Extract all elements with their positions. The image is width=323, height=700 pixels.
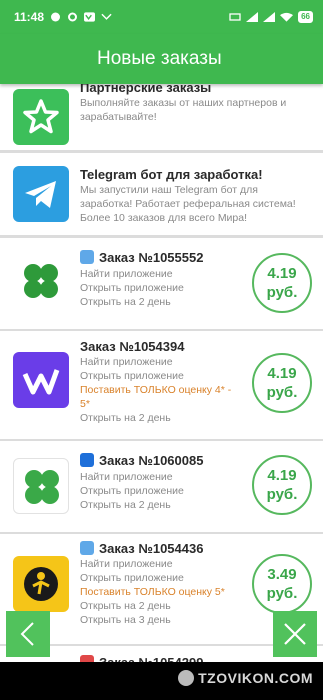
close-icon (284, 623, 306, 645)
order-title: Заказ №1060085 (99, 453, 204, 468)
telegram-line-3: Более 10 заказов для всего Мира! (80, 212, 248, 224)
chevron-left-icon (20, 622, 34, 646)
app-fitness-icon (13, 556, 69, 612)
back-button[interactable] (6, 611, 50, 657)
app-clover-icon (13, 458, 69, 514)
price-value: 4.19 (267, 365, 297, 382)
status-bar: 11:48 66 (0, 0, 323, 34)
order-title: Заказ №1054436 (99, 541, 204, 556)
partner-line-2: зарабатывайте! (80, 111, 157, 123)
price-badge[interactable]: 4.19 руб. (252, 455, 312, 515)
telegram-title: Telegram бот для заработка! (80, 167, 263, 182)
price-badge[interactable]: 4.19 руб. (252, 253, 312, 313)
chat-icon (51, 12, 61, 22)
status-time: 11:48 (14, 10, 45, 24)
price-value: 4.19 (267, 265, 297, 282)
app-store-badge-icon (80, 453, 94, 467)
price-unit: руб. (266, 384, 298, 401)
telegram-line-1: Мы запустили наш Telegram бот для (80, 184, 258, 196)
price-badge[interactable]: 3.49 руб. (252, 554, 312, 614)
order-step: Открыть на 2 день (80, 412, 171, 424)
gear-icon (68, 12, 78, 22)
order-title: Заказ №1055552 (99, 250, 204, 265)
alarm-icon (229, 13, 241, 21)
price-value: 4.19 (267, 467, 297, 484)
partner-star-icon (13, 89, 69, 145)
order-card[interactable]: Заказ №1060085 Найти приложение Открыть … (0, 441, 323, 532)
order-card[interactable]: Заказ №1054394 Найти приложение Открыть … (0, 331, 323, 439)
watermark-text: TZOVIKON.COM (198, 670, 313, 686)
page-title: Новые заказы (97, 48, 222, 69)
telegram-line-2: заработка! Работает реферальная система! (80, 198, 296, 210)
telegram-card[interactable]: Telegram бот для заработка! Мы запустили… (0, 153, 323, 235)
order-card[interactable]: Заказ №1055552 Найти приложение Открыть … (0, 238, 323, 329)
google-play-badge-icon (80, 541, 94, 555)
telegram-icon (13, 166, 69, 222)
price-unit: руб. (266, 284, 298, 301)
wifi-icon (280, 12, 294, 22)
app-screen: 11:48 66 Новые заказы Партнерские заказы… (0, 0, 323, 700)
vk-icon (84, 12, 96, 22)
order-title: Заказ №1054394 (80, 339, 185, 354)
signal-icon (246, 12, 259, 22)
watermark-logo-icon (178, 670, 195, 686)
app-clover-icon (13, 253, 69, 309)
price-badge[interactable]: 4.19 руб. (252, 353, 312, 413)
mail-icon (101, 13, 112, 20)
price-value: 3.49 (267, 566, 297, 583)
app-bar: Новые заказы (0, 34, 323, 84)
price-unit: руб. (266, 486, 298, 503)
partner-line-1: Выполняйте заказы от наших партнеров и (80, 97, 287, 109)
close-button[interactable] (273, 611, 317, 657)
signal-icon-2 (263, 12, 276, 22)
battery-indicator: 66 (298, 11, 313, 23)
price-unit: руб. (266, 585, 298, 602)
partner-card[interactable]: Партнерские заказы Выполняйте заказы от … (0, 80, 323, 150)
google-play-badge-icon (80, 250, 94, 264)
app-w-icon (13, 352, 69, 408)
